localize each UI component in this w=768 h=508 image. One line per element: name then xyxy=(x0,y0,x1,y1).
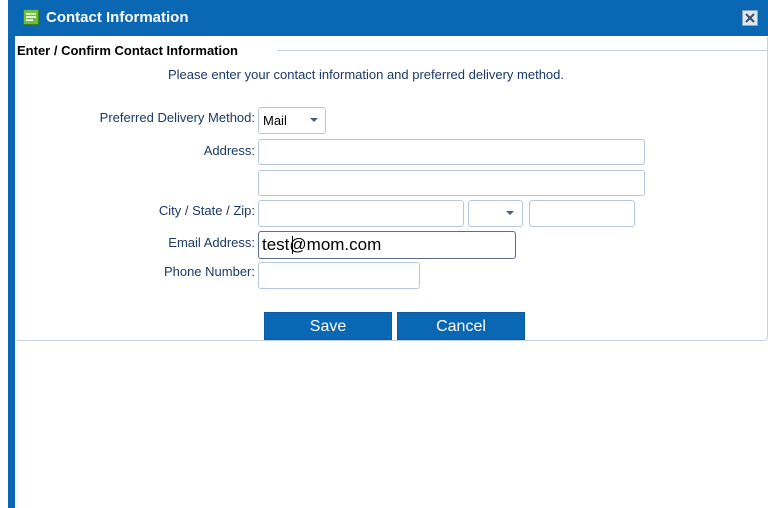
delivery-method-value: Mail xyxy=(263,113,287,128)
contact-information-dialog: Contact Information Enter / Confirm Cont… xyxy=(15,0,768,508)
email-label: Email Address: xyxy=(168,235,255,250)
address-line1-field[interactable] xyxy=(258,139,645,165)
form-icon xyxy=(23,9,39,25)
window-title: Contact Information xyxy=(46,9,189,26)
instructions-text: Please enter your contact information an… xyxy=(168,67,564,82)
phone-field[interactable] xyxy=(258,262,420,289)
email-value: test@mom.com xyxy=(262,235,382,254)
section-title: Enter / Confirm Contact Information xyxy=(17,43,241,58)
address-label: Address: xyxy=(203,143,255,158)
delivery-method-select[interactable]: Mail xyxy=(258,107,326,134)
city-field[interactable] xyxy=(258,200,464,227)
state-select[interactable] xyxy=(468,200,523,227)
zip-field[interactable] xyxy=(529,200,635,227)
delivery-method-label: Preferred Delivery Method: xyxy=(99,110,255,125)
close-icon[interactable] xyxy=(742,10,758,26)
chevron-down-icon xyxy=(310,118,318,122)
city-state-zip-label: City / State / Zip: xyxy=(158,203,255,218)
left-margin xyxy=(0,0,8,508)
text-cursor xyxy=(292,236,293,254)
section-divider xyxy=(277,50,767,51)
window-left-border xyxy=(8,0,15,508)
chevron-down-icon xyxy=(506,211,514,215)
save-button[interactable]: Save xyxy=(264,312,392,340)
title-bar: Contact Information xyxy=(15,0,768,36)
email-field[interactable]: test@mom.com xyxy=(258,231,516,259)
cancel-button[interactable]: Cancel xyxy=(397,312,525,340)
phone-label: Phone Number: xyxy=(163,264,255,279)
address-line2-field[interactable] xyxy=(258,170,645,196)
